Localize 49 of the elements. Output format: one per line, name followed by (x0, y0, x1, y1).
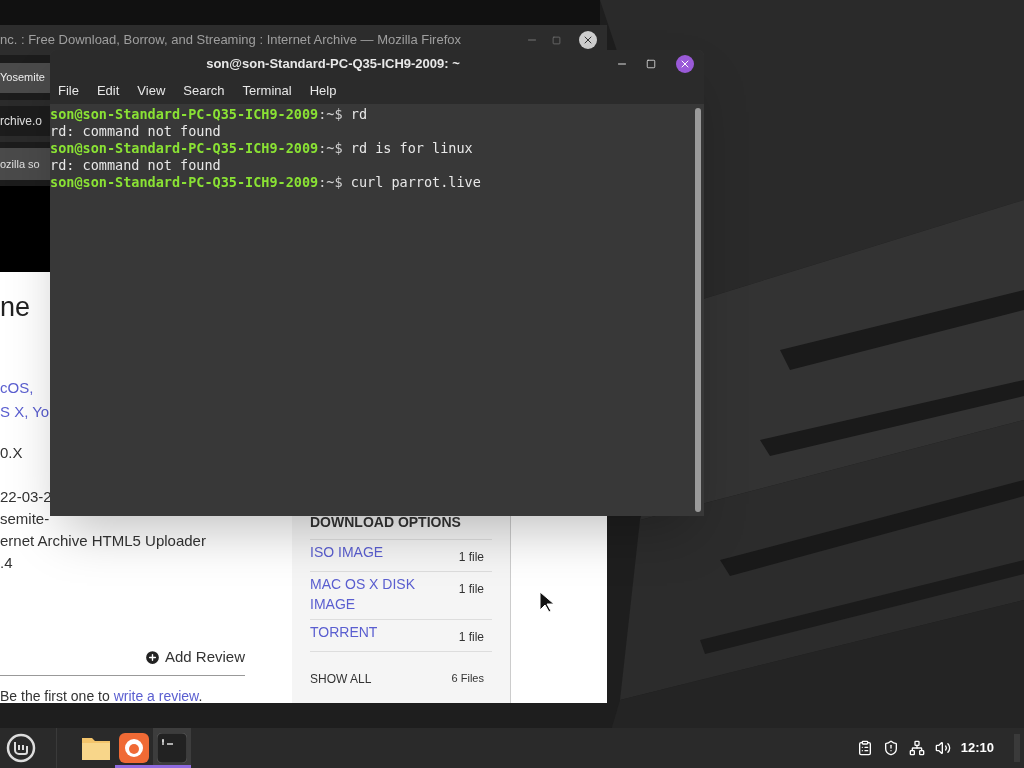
menu-item[interactable]: Search (183, 81, 225, 101)
menu-item[interactable]: Terminal (242, 81, 292, 101)
download-link[interactable]: ISO IMAGE (310, 542, 430, 562)
menu-item[interactable]: Help (309, 81, 337, 101)
review-prompt: Be the first one to write a review. (0, 686, 204, 703)
menu-item[interactable]: View (137, 81, 166, 101)
address-field[interactable]: rchive.o (0, 106, 50, 136)
output-line: rd: command not found (50, 157, 222, 174)
download-link[interactable]: MAC OS X DISK IMAGE (310, 574, 430, 614)
output-line: rd: command not found (50, 123, 222, 140)
detail-value: .4 (0, 553, 13, 573)
shield-icon[interactable] (882, 740, 899, 756)
window-title: nc. : Free Download, Borrow, and Streaming : Internet Archive — Mozilla Firefox (0, 31, 461, 50)
close-button[interactable] (676, 55, 694, 73)
prompt-line: son@son-Standard-PC-Q35-ICH9-2009:~$ curl parrot.live (50, 174, 482, 191)
scrollbar[interactable] (695, 108, 701, 512)
pointer-icon (539, 591, 555, 613)
menu-item[interactable]: Edit (96, 81, 120, 101)
file-count: 6 Files (451, 671, 484, 686)
browser-tab[interactable]: Yosemite (0, 62, 50, 93)
menu-logo-icon[interactable] (6, 733, 36, 763)
detail-value: 22-03-2 (0, 487, 52, 507)
network-icon[interactable] (908, 740, 925, 756)
add-review-button[interactable]: Add Review (143, 646, 245, 669)
clock[interactable]: 12:10 (960, 738, 994, 758)
folder-icon[interactable] (81, 735, 111, 761)
show-all-link[interactable]: SHOW ALL (310, 670, 372, 688)
plus-icon (143, 648, 161, 666)
volume-icon[interactable] (934, 740, 951, 756)
file-count: 1 file (458, 581, 484, 598)
close-button[interactable] (579, 31, 597, 49)
clipboard-icon[interactable] (856, 740, 873, 756)
page-heading: ne (0, 292, 32, 322)
prompt-line: son@son-Standard-PC-Q35-ICH9-2009:~$ rd (50, 106, 368, 123)
download-link[interactable]: TORRENT (310, 622, 430, 642)
subject-link[interactable]: S X, Yo (0, 402, 50, 422)
prompt-line: son@son-Standard-PC-Q35-ICH9-2009:~$ rd is for linux (50, 140, 474, 157)
detail-value: semite- (0, 509, 50, 529)
close-icon (582, 34, 594, 46)
detail-value: 0.X (0, 443, 23, 463)
close-icon (679, 58, 691, 70)
bookmark-tab[interactable]: ozilla so (0, 148, 50, 180)
window-title: son@son-Standard-PC-Q35-ICH9-2009: ~ (205, 55, 461, 74)
subject-link[interactable]: cOS, (0, 378, 34, 398)
detail-value: ernet Archive HTML5 Uploader (0, 531, 206, 551)
file-count: 1 file (458, 629, 484, 646)
file-count: 1 file (458, 549, 484, 566)
panel-heading: DOWNLOAD OPTIONS (310, 513, 462, 532)
menu-item[interactable]: File (58, 81, 79, 101)
